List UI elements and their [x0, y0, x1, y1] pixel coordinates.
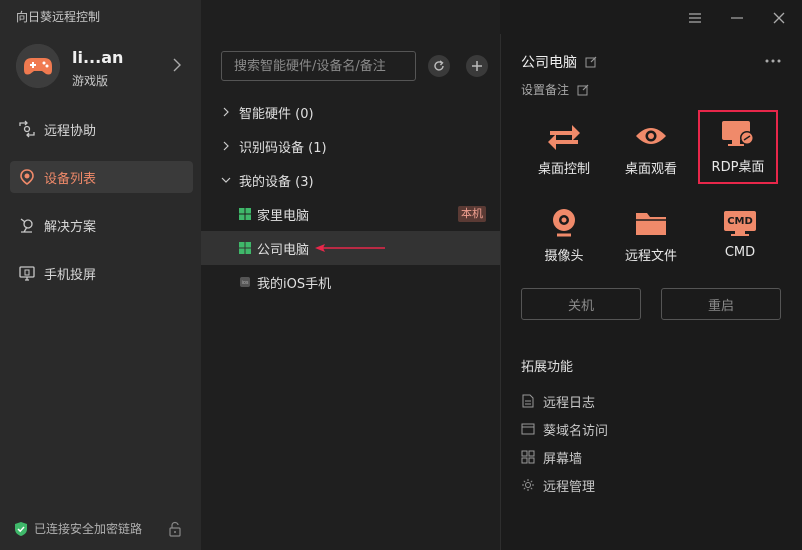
cmd-icon-text: CMD	[727, 216, 753, 227]
remote-log-link[interactable]: 远程日志	[521, 391, 595, 411]
device-title: 公司电脑	[521, 52, 597, 72]
nav-item-label: 解决方案	[44, 219, 97, 235]
nav-item-phone-cast[interactable]: 手机投屏	[10, 257, 193, 289]
security-status: 已连接安全加密链路	[14, 520, 142, 537]
desktop-control-icon	[544, 120, 584, 152]
menu-button[interactable]	[686, 9, 704, 27]
device-row-ios-phone[interactable]: ios 我的iOS手机	[201, 265, 500, 299]
remote-file-button[interactable]: 远程文件	[611, 201, 691, 267]
group-label: 识别码设备 (1)	[239, 140, 327, 156]
extensions-title: 拓展功能	[521, 360, 574, 375]
chevron-right-icon	[223, 107, 229, 117]
avatar[interactable]	[16, 44, 60, 88]
plus-icon	[472, 61, 482, 71]
group-label: 我的设备 (3)	[239, 174, 314, 190]
ext-label: 远程管理	[543, 479, 596, 495]
group-label: 智能硬件 (0)	[239, 106, 314, 122]
phone-cast-icon	[18, 264, 36, 282]
desktop-view-icon	[631, 120, 671, 152]
nav-item-label: 设备列表	[44, 171, 97, 187]
user-name: li...an	[72, 48, 124, 67]
device-list-panel: 智能硬件 (0) 识别码设备 (1) 我的设备 (3) 家里电脑 本机 公司电脑…	[201, 0, 500, 550]
cmd-button[interactable]: CMD CMD	[700, 201, 780, 267]
screen-wall-icon	[521, 450, 535, 464]
nav-item-label: 手机投屏	[44, 267, 97, 283]
device-row-office-pc[interactable]: 公司电脑	[201, 231, 500, 265]
shutdown-button[interactable]: 关机	[521, 288, 641, 320]
app-title: 向日葵远程控制	[16, 10, 101, 24]
group-id-devices[interactable]: 识别码设备 (1)	[221, 134, 327, 158]
nav-item-solution[interactable]: 解决方案	[10, 209, 193, 241]
ios-device-icon: ios	[240, 277, 250, 287]
menu-icon	[689, 13, 701, 23]
local-badge: 本机	[458, 206, 486, 222]
desktop-view-label: 桌面观看	[624, 162, 677, 177]
more-icon[interactable]	[764, 58, 782, 64]
device-name: 公司电脑	[257, 242, 310, 258]
screen-wall-link[interactable]: 屏幕墙	[521, 447, 582, 467]
chevron-right-icon[interactable]	[172, 58, 182, 72]
remote-assist-icon	[18, 120, 36, 138]
minimize-icon	[731, 17, 743, 19]
group-my-devices[interactable]: 我的设备 (3)	[221, 168, 314, 192]
ext-label: 远程日志	[543, 395, 596, 411]
device-title-text: 公司电脑	[521, 55, 577, 71]
device-row-home-pc[interactable]: 家里电脑 本机	[201, 197, 500, 231]
device-detail-panel: 公司电脑 设置备注 桌面控制 桌面观看 RDP桌面 摄像头 远程文件 CMD C…	[501, 0, 802, 550]
minimize-button[interactable]	[728, 9, 746, 27]
set-remark-text: 设置备注	[521, 83, 570, 97]
edit-icon[interactable]	[585, 56, 597, 68]
close-button[interactable]	[770, 9, 788, 27]
user-edition: 游戏版	[72, 74, 109, 88]
add-device-button[interactable]	[466, 55, 488, 77]
remote-manage-link[interactable]: 远程管理	[521, 475, 595, 495]
search-input[interactable]	[221, 51, 416, 81]
rdp-desktop-button[interactable]: RDP桌面	[698, 110, 778, 184]
nav-item-label: 远程协助	[44, 123, 97, 139]
rdp-desktop-icon	[718, 118, 758, 150]
svg-text:ios: ios	[241, 280, 248, 286]
device-name: 我的iOS手机	[257, 276, 332, 292]
refresh-button[interactable]	[428, 55, 450, 77]
desktop-view-button[interactable]: 桌面观看	[611, 114, 691, 180]
camera-label: 摄像头	[544, 249, 584, 264]
device-name: 家里电脑	[257, 208, 310, 224]
camera-button[interactable]: 摄像头	[524, 201, 604, 267]
camera-icon	[544, 207, 584, 239]
windows-icon	[239, 208, 251, 220]
unlock-icon[interactable]	[168, 521, 182, 537]
shield-check-icon	[15, 521, 27, 536]
remote-file-label: 远程文件	[624, 249, 677, 264]
cmd-icon: CMD	[720, 207, 760, 239]
domain-icon	[521, 423, 535, 435]
log-icon	[522, 394, 534, 408]
desktop-control-button[interactable]: 桌面控制	[524, 114, 604, 180]
close-icon	[773, 12, 785, 24]
restart-button[interactable]: 重启	[661, 288, 781, 320]
windows-icon	[239, 242, 251, 254]
sidebar: 向日葵远程控制 li...an 游戏版 远程协助 设备列表 解决方案 手机投屏 …	[0, 0, 201, 550]
security-status-text: 已连接安全加密链路	[34, 522, 143, 536]
refresh-icon	[434, 60, 444, 71]
nav-item-remote-assist[interactable]: 远程协助	[10, 113, 193, 145]
set-remark-link[interactable]: 设置备注	[521, 81, 589, 98]
solution-icon	[18, 216, 36, 234]
chevron-right-icon	[223, 141, 229, 151]
nav-item-device-list[interactable]: 设备列表	[10, 161, 193, 193]
annotation-arrow-icon	[315, 244, 386, 252]
ext-label: 葵域名访问	[543, 423, 609, 439]
domain-access-link[interactable]: 葵域名访问	[521, 419, 608, 439]
app-window: 向日葵远程控制 li...an 游戏版 远程协助 设备列表 解决方案 手机投屏 …	[0, 0, 802, 550]
device-list-icon	[18, 168, 36, 186]
ext-label: 屏幕墙	[543, 451, 583, 467]
group-smart-hardware[interactable]: 智能硬件 (0)	[221, 100, 314, 124]
chevron-down-icon	[221, 177, 231, 183]
desktop-control-label: 桌面控制	[537, 162, 590, 177]
cmd-label: CMD	[724, 245, 756, 260]
edit-icon	[577, 84, 589, 95]
rdp-desktop-label: RDP桌面	[711, 160, 765, 175]
remote-file-icon	[631, 207, 671, 239]
window-controls	[686, 9, 788, 27]
remote-manage-icon	[522, 479, 534, 491]
